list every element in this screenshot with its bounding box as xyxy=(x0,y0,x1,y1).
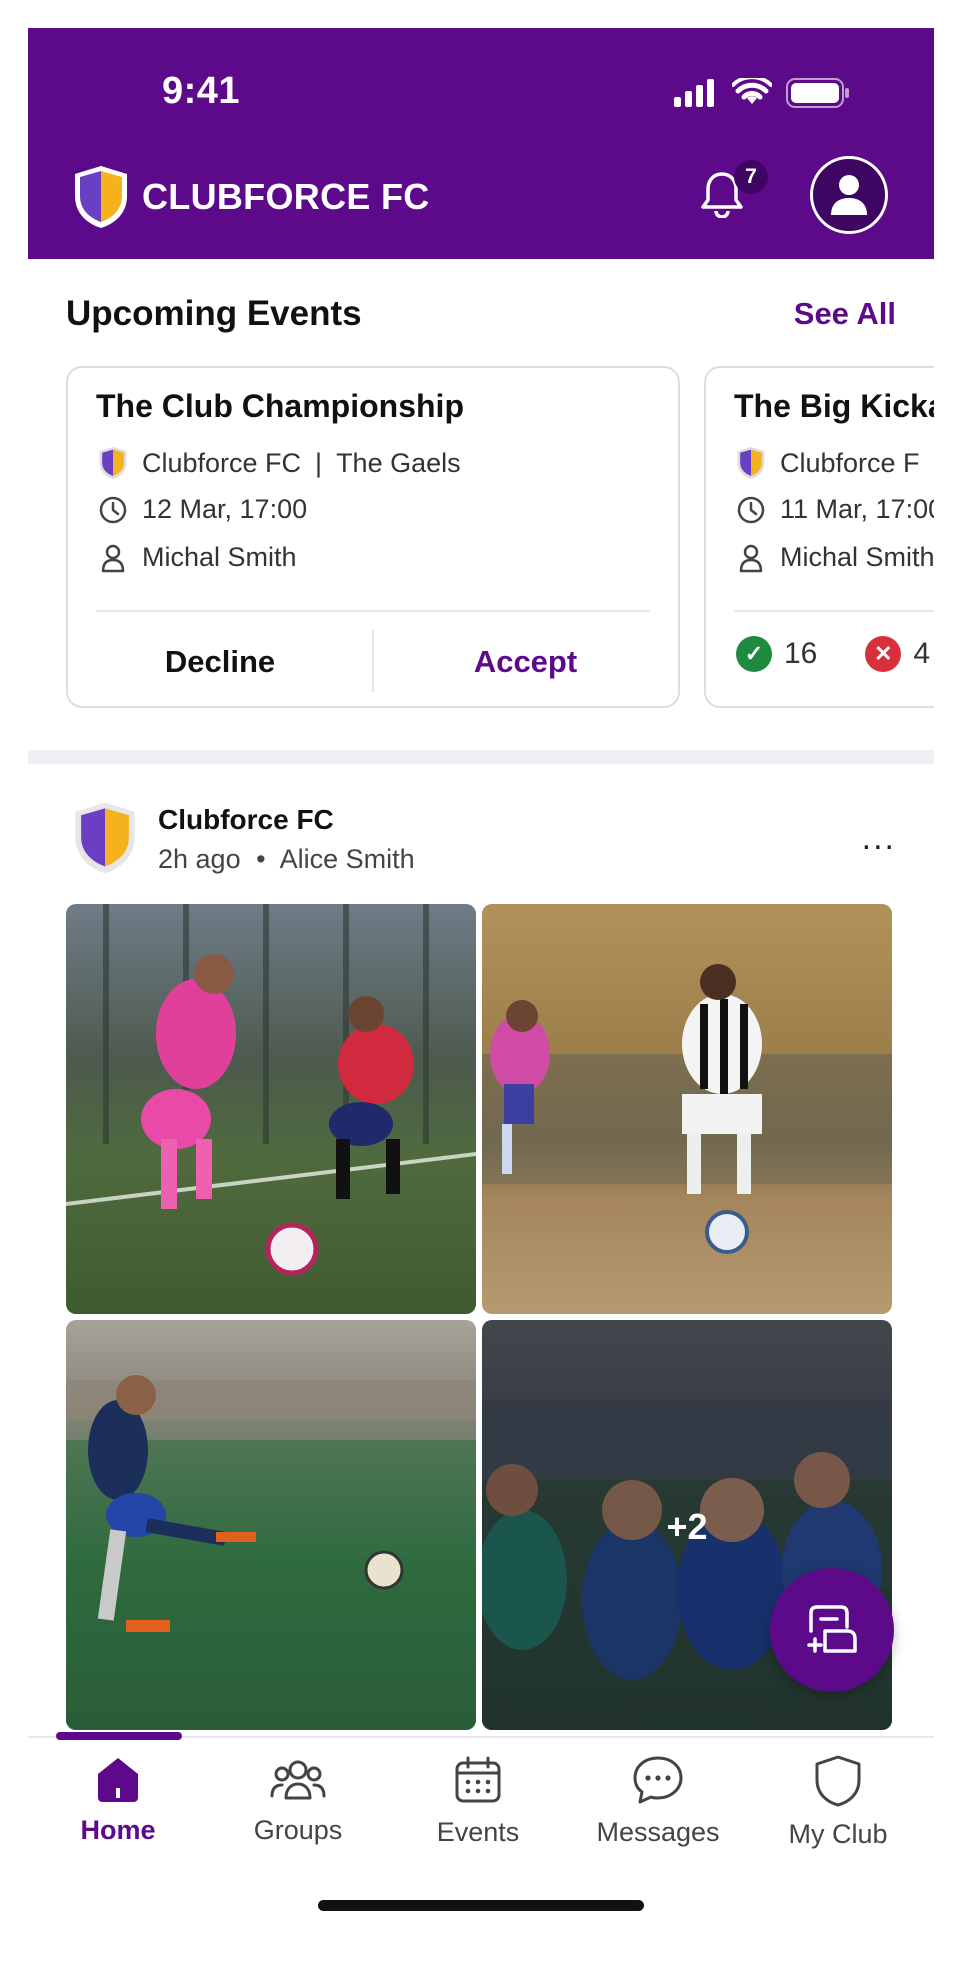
active-tab-indicator xyxy=(56,1732,182,1740)
club-name: CLUBFORCE FC xyxy=(142,176,430,217)
nav-events[interactable]: Events xyxy=(388,1754,568,1848)
app-screen: 9:41 CLUBFORCE FC 7 Upcoming Events See … xyxy=(28,28,934,1955)
soccer-photo-image xyxy=(66,1375,476,1730)
team-separator: | xyxy=(315,447,323,478)
club-shield-icon xyxy=(75,802,135,874)
see-all-link[interactable]: See All xyxy=(794,296,896,332)
club-shield-icon xyxy=(99,447,127,479)
notification-badge: 7 xyxy=(734,160,768,194)
nav-my-club-label: My Club xyxy=(788,1819,888,1849)
soccer-photo-image xyxy=(482,904,892,1254)
bottom-navigation: Home Groups Events Messages My Club xyxy=(28,1732,934,1878)
nav-home-label: Home xyxy=(80,1815,156,1845)
nav-messages-label: Messages xyxy=(596,1817,720,1847)
event-home-team: Clubforce FC xyxy=(142,447,302,478)
rsvp-summary: ✓ 16 ✕ 4 xyxy=(736,636,930,672)
nav-messages[interactable]: Messages xyxy=(568,1754,748,1848)
home-icon xyxy=(98,1758,138,1802)
declined-count: 4 xyxy=(913,637,931,670)
meta-dot: • xyxy=(256,844,266,874)
brand: CLUBFORCE FC xyxy=(72,164,430,230)
profile-avatar-button[interactable] xyxy=(810,156,888,234)
person-icon xyxy=(101,544,125,572)
compose-icon xyxy=(807,1605,857,1653)
accept-button[interactable]: Accept xyxy=(373,624,678,700)
wifi-icon xyxy=(732,78,772,104)
nav-home[interactable]: Home xyxy=(28,1754,208,1846)
event-datetime: 12 Mar, 17:00 xyxy=(142,494,308,524)
event-teams: Clubforce F xyxy=(736,446,920,480)
event-home-team: Clubforce F xyxy=(780,447,920,478)
more-photos-count: +2 xyxy=(666,1506,708,1547)
event-organizer-row: Michal Smith xyxy=(736,542,934,573)
cellular-signal-icon xyxy=(674,79,714,107)
clock-icon xyxy=(99,496,127,523)
more-options-icon[interactable]: ... xyxy=(862,821,896,855)
clock-icon xyxy=(737,496,765,523)
event-card[interactable]: The Club Championship Clubforce FC | The… xyxy=(66,366,680,708)
nav-my-club[interactable]: My Club xyxy=(748,1754,928,1850)
check-icon: ✓ xyxy=(736,636,772,672)
post-posted-by: Alice Smith xyxy=(279,844,415,874)
nav-events-label: Events xyxy=(436,1817,520,1847)
upcoming-events-title: Upcoming Events xyxy=(66,294,362,333)
card-divider xyxy=(734,610,934,612)
event-card[interactable]: The Big Kicka Clubforce F 11 Mar, 17:00 … xyxy=(704,366,934,708)
cross-icon: ✕ xyxy=(865,636,902,672)
post-photo[interactable] xyxy=(482,904,892,1314)
card-divider xyxy=(96,610,650,612)
accepted-count: 16 xyxy=(784,637,818,670)
battery-icon xyxy=(786,78,849,108)
event-title: The Club Championship xyxy=(96,388,464,424)
calendar-icon xyxy=(455,1756,501,1803)
decline-button[interactable]: Decline xyxy=(68,624,372,700)
event-datetime-row: 11 Mar, 17:00 xyxy=(736,494,934,525)
nav-groups[interactable]: Groups xyxy=(208,1754,388,1846)
event-opponent: The Gaels xyxy=(336,447,461,478)
home-indicator xyxy=(318,1900,644,1911)
post-photo[interactable] xyxy=(66,904,476,1314)
post-meta: 2h ago • Alice Smith xyxy=(158,844,415,875)
app-header: 9:41 CLUBFORCE FC 7 xyxy=(28,28,934,259)
post-time: 2h ago xyxy=(158,844,241,874)
status-time: 9:41 xyxy=(162,70,241,112)
chat-bubble-icon xyxy=(633,1756,683,1804)
club-shield-icon xyxy=(75,166,127,228)
create-post-button[interactable] xyxy=(770,1568,894,1692)
person-icon xyxy=(739,544,763,572)
event-teams: Clubforce FC | The Gaels xyxy=(98,446,461,480)
user-icon xyxy=(831,175,867,215)
nav-groups-label: Groups xyxy=(253,1815,343,1845)
event-datetime-row: 12 Mar, 17:00 xyxy=(98,494,307,525)
club-shield-icon xyxy=(737,447,765,479)
event-organizer: Michal Smith xyxy=(780,542,934,572)
post-author[interactable]: Clubforce FC xyxy=(158,804,334,836)
status-icons xyxy=(674,78,850,108)
event-title: The Big Kicka xyxy=(734,388,934,424)
section-divider xyxy=(28,750,934,764)
shield-icon xyxy=(815,1755,861,1807)
post-photo[interactable] xyxy=(66,1320,476,1730)
event-organizer-row: Michal Smith xyxy=(98,542,297,573)
event-organizer: Michal Smith xyxy=(142,542,297,572)
soccer-photo-image xyxy=(66,904,476,1276)
groups-icon xyxy=(270,1760,326,1800)
event-datetime: 11 Mar, 17:00 xyxy=(780,494,934,524)
